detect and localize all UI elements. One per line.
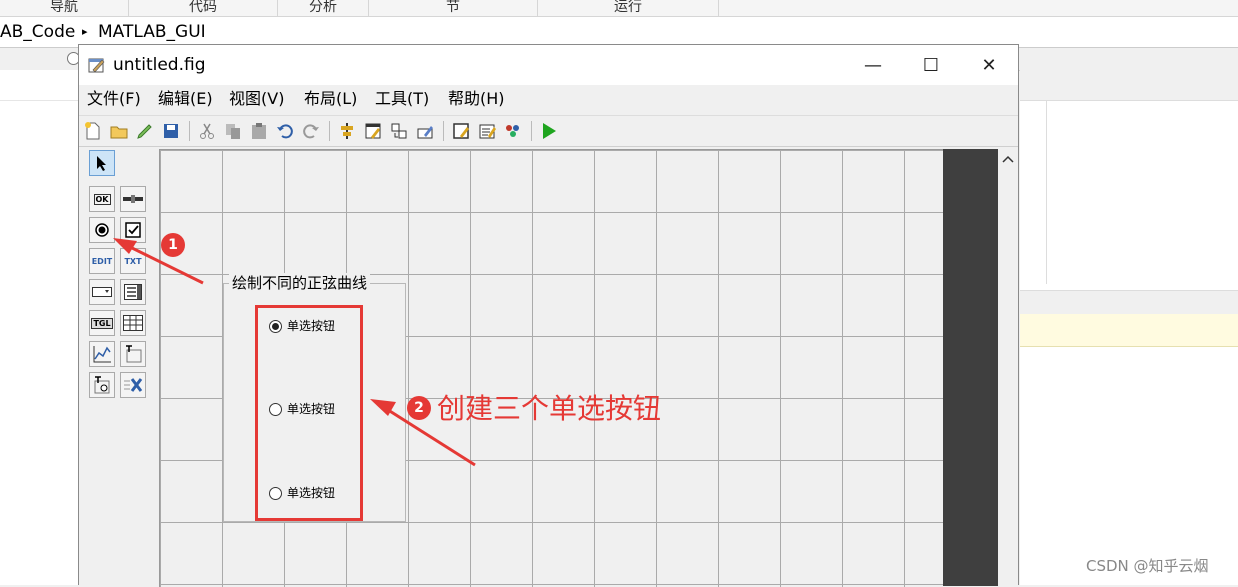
watermark: CSDN @知乎云烟 <box>1086 557 1209 575</box>
annotation-badge-2: 2 <box>407 396 431 420</box>
annotation-badge-1: 1 <box>161 233 185 257</box>
annotation-arrows <box>113 238 476 467</box>
annotation-text: 创建三个单选按钮 <box>437 392 662 425</box>
